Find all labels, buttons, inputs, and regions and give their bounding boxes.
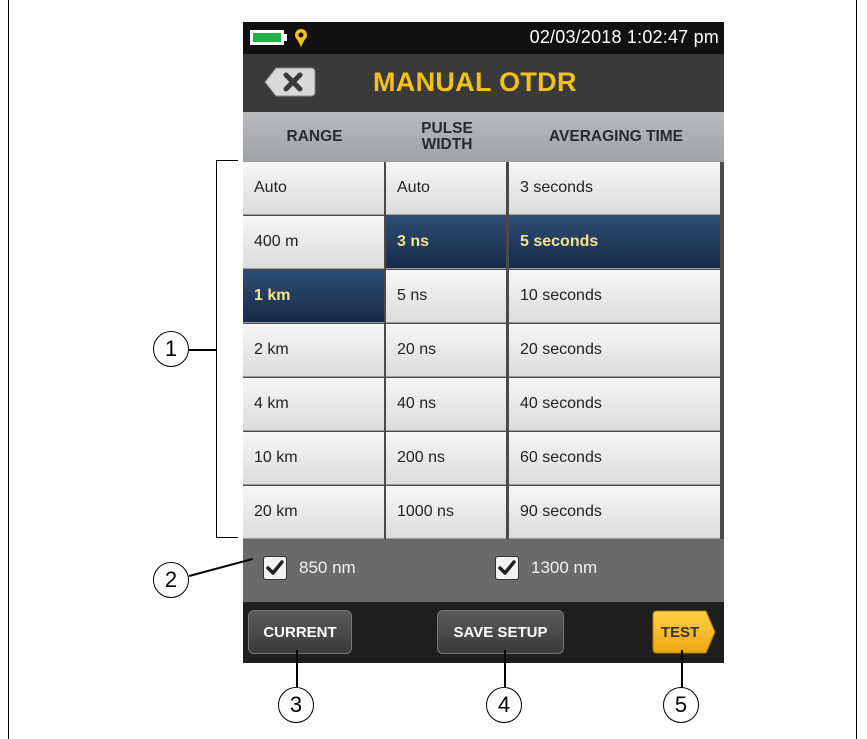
pulse-width-option-item[interactable]: Auto	[386, 162, 506, 215]
range-option-item[interactable]: 2 km	[243, 324, 384, 377]
pulse-width-option-item[interactable]: 40 ns	[386, 378, 506, 431]
pulse-width-option-item[interactable]: 200 ns	[386, 432, 506, 485]
device-screen: 02/03/2018 1:02:47 pm MANUAL OTDR RANGE …	[243, 22, 724, 663]
wavelength-1300-label: 1300 nm	[531, 558, 598, 577]
range-list: Auto 400 m1 km 2 km 4 km 10 km 20 km	[243, 162, 384, 539]
checkbox-850[interactable]	[263, 556, 287, 580]
averaging-time-header: AVERAGING TIME	[548, 128, 684, 145]
callout-4: 4	[486, 687, 522, 723]
range-option-item[interactable]: 20 km	[243, 486, 384, 539]
callout-2: 2	[153, 562, 189, 598]
wavelength-850[interactable]: 850 nm	[263, 556, 356, 580]
pulse-width-option-item[interactable]: 20 ns	[386, 324, 506, 377]
pulse-width-option-item[interactable]: 3 ns	[386, 216, 506, 269]
callout-1: 1	[153, 331, 189, 367]
back-x-icon[interactable]	[264, 67, 316, 97]
pin-icon	[295, 29, 307, 47]
datetime: 02/03/2018 1:02:47 pm	[529, 27, 719, 47]
test-button[interactable]: TEST	[652, 610, 716, 654]
check-icon	[498, 560, 516, 575]
range-option-item[interactable]: 1 km	[243, 270, 384, 323]
check-icon	[266, 560, 284, 575]
callout-5: 5	[663, 687, 699, 723]
averaging-time-option-item[interactable]: 10 seconds	[509, 270, 720, 323]
wavelength-row: 850 nm 1300 nm	[243, 539, 724, 602]
averaging-time-option-item[interactable]: 40 seconds	[509, 378, 720, 431]
callout-3: 3	[278, 687, 314, 723]
pulse-width-header: PULSE WIDTH	[421, 120, 473, 153]
checkbox-1300[interactable]	[495, 556, 519, 580]
title-bar: MANUAL OTDR	[243, 54, 724, 112]
page-title: MANUAL OTDR	[373, 67, 577, 97]
callout-bracket	[216, 160, 238, 538]
range-option-item[interactable]: 10 km	[243, 432, 384, 485]
range-option-item[interactable]: Auto	[243, 162, 384, 215]
range-option-item[interactable]: 400 m	[243, 216, 384, 269]
current-button[interactable]: CURRENT	[248, 610, 352, 654]
averaging-time-option-item[interactable]: 90 seconds	[509, 486, 720, 539]
column-headers: RANGE PULSE WIDTH AVERAGING TIME	[243, 112, 724, 162]
averaging-time-option-item[interactable]: 60 seconds	[509, 432, 720, 485]
range-header: RANGE	[286, 128, 343, 145]
pulse-width-list: Auto 3 ns 5 ns 20 ns 40 ns 200 ns 1000 ns	[386, 162, 506, 539]
battery-icon	[250, 30, 284, 45]
settings-lists: Auto 400 m1 km 2 km 4 km 10 km 20 km Auto 3 ns…	[243, 162, 724, 539]
range-option-item[interactable]: 4 km	[243, 378, 384, 431]
wavelength-1300[interactable]: 1300 nm	[495, 556, 597, 580]
averaging-time-option-item[interactable]: 5 seconds	[509, 216, 720, 269]
status-bar: 02/03/2018 1:02:47 pm	[243, 22, 724, 54]
pulse-width-option-item[interactable]: 5 ns	[386, 270, 506, 323]
averaging-time-option-item[interactable]: 3 seconds	[509, 162, 720, 215]
pulse-width-option-item[interactable]: 1000 ns	[386, 486, 506, 539]
averaging-time-option-item[interactable]: 20 seconds	[509, 324, 720, 377]
averaging-time-list: 3 seconds 5 seconds 10 seconds 20 seconds 40…	[509, 162, 720, 539]
save-setup-button[interactable]: SAVE SETUP	[437, 610, 564, 654]
wavelength-850-label: 850 nm	[299, 558, 356, 577]
bottom-toolbar: CURRENT SAVE SETUP TEST	[243, 602, 724, 663]
test-button-label: TEST	[660, 623, 700, 641]
